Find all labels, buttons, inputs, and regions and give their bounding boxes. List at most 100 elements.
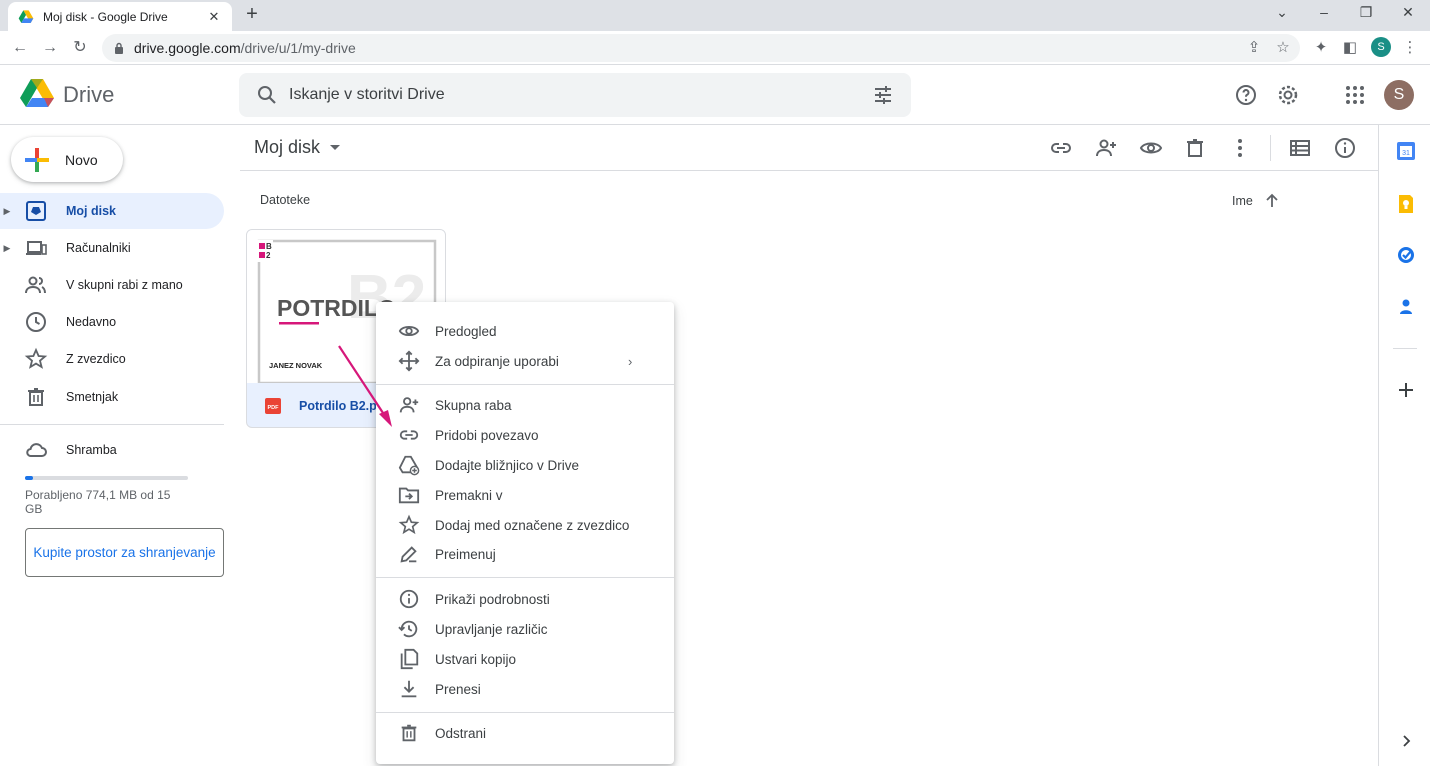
expand-caret-icon[interactable]: ▶: [0, 243, 14, 254]
main-toolbar: Moj disk: [240, 125, 1378, 171]
sidebar-item-label: Z zvezdico: [66, 352, 126, 366]
new-button[interactable]: Novo: [11, 137, 123, 182]
folder-move-icon: [398, 487, 420, 504]
storage-usage-text: Porabljeno 774,1 MB od 15 GB: [25, 488, 171, 516]
menu-item-preview[interactable]: Predogled: [376, 316, 674, 346]
clock-icon: [26, 312, 46, 332]
sidebar-item-computers[interactable]: ▶ Računalniki: [0, 230, 224, 266]
tab-close-icon[interactable]: ✕: [206, 9, 222, 25]
url-host: drive.google.com: [134, 40, 241, 56]
account-avatar[interactable]: S: [1384, 80, 1414, 110]
menu-separator: [376, 712, 674, 713]
breadcrumb-label: Moj disk: [254, 137, 321, 157]
new-button-label: Novo: [65, 151, 98, 168]
pencil-icon: [400, 546, 417, 563]
search-input[interactable]: Iskanje v storitvi Drive: [289, 86, 871, 104]
sort-by-name[interactable]: Ime: [1232, 192, 1281, 210]
plus-icon: [25, 147, 49, 172]
calendar-icon[interactable]: 31: [1396, 141, 1416, 161]
menu-item-add-shortcut[interactable]: Dodajte bližnjico v Drive: [376, 450, 674, 480]
menu-item-add-star[interactable]: Dodaj med označene z zvezdico: [376, 510, 674, 540]
search-options-icon[interactable]: [871, 83, 895, 107]
search-icon[interactable]: [255, 83, 279, 107]
new-tab-icon[interactable]: +: [242, 4, 262, 26]
menu-item-remove[interactable]: Odstrani: [376, 718, 674, 748]
submenu-chevron-icon: ›: [628, 353, 633, 369]
delete-trash-icon[interactable]: [1183, 136, 1207, 160]
drive-logo-icon[interactable]: [20, 78, 54, 108]
sort-label: Ime: [1232, 194, 1253, 208]
chrome-menu-icon[interactable]: ⋮: [1400, 38, 1420, 58]
sidebar-item-trash[interactable]: Smetnjak: [0, 379, 224, 415]
search-bar[interactable]: Iskanje v storitvi Drive: [239, 73, 911, 117]
browser-tab[interactable]: Moj disk - Google Drive ✕: [8, 2, 232, 31]
url-text: drive.google.com/drive/u/1/my-drive: [134, 40, 356, 56]
buy-storage-button[interactable]: Kupite prostor za shranjevanje: [25, 528, 224, 577]
menu-item-label: Dodajte bližnjico v Drive: [435, 457, 580, 473]
extensions-icon[interactable]: ✦: [1311, 38, 1331, 58]
menu-item-label: Premakni v: [435, 487, 503, 503]
sidebar-item-recent[interactable]: Nedavno: [0, 304, 224, 340]
keep-icon[interactable]: [1396, 194, 1416, 214]
more-vert-icon[interactable]: [1228, 136, 1252, 160]
preview-eye-icon[interactable]: [1139, 136, 1163, 160]
link-icon: [399, 430, 419, 440]
info-icon[interactable]: [1333, 136, 1357, 160]
toolbar-separator: [1270, 135, 1271, 161]
add-addon-icon[interactable]: [1396, 380, 1416, 400]
download-icon: [401, 680, 417, 698]
window-close-icon[interactable]: ✕: [1398, 4, 1418, 21]
menu-item-label: Za odpiranje uporabi: [435, 353, 559, 369]
menu-separator: [376, 384, 674, 385]
reload-icon[interactable]: ↻: [70, 38, 90, 58]
forward-icon[interactable]: →: [40, 38, 60, 58]
menu-item-rename[interactable]: Preimenuj: [376, 539, 674, 569]
breadcrumb-dropdown-icon: [330, 145, 341, 150]
bookmark-star-icon[interactable]: ☆: [1273, 38, 1293, 58]
share-page-icon[interactable]: ⇪: [1244, 38, 1264, 58]
side-panel-icon[interactable]: ◧: [1340, 38, 1360, 58]
thumb-badge-bottom: 2: [266, 251, 271, 260]
list-view-icon[interactable]: [1288, 136, 1312, 160]
restore-icon[interactable]: ❐: [1356, 4, 1376, 21]
browser-profile-avatar[interactable]: S: [1371, 37, 1391, 57]
sidebar-item-shared-with-me[interactable]: V skupni rabi z mano: [0, 267, 224, 303]
apps-grid-icon[interactable]: [1343, 83, 1367, 107]
context-menu: Predogled Za odpiranje uporabi › Skupna …: [376, 302, 674, 764]
minimize-icon[interactable]: –: [1314, 4, 1334, 20]
menu-item-details[interactable]: Prikaži podrobnosti: [376, 584, 674, 614]
expand-caret-icon[interactable]: ▶: [0, 206, 14, 217]
menu-item-move-to[interactable]: Premakni v: [376, 480, 674, 510]
share-person-add-icon[interactable]: [1094, 136, 1118, 160]
address-bar[interactable]: drive.google.com/drive/u/1/my-drive: [102, 34, 1300, 62]
menu-item-make-copy[interactable]: Ustvari kopijo: [376, 644, 674, 674]
computers-icon: [26, 241, 47, 255]
pdf-file-icon: PDF: [265, 398, 281, 414]
menu-item-share[interactable]: Skupna raba: [376, 390, 674, 420]
back-icon[interactable]: ←: [10, 38, 30, 58]
menu-item-label: Prenesi: [435, 681, 481, 697]
settings-gear-icon[interactable]: [1276, 83, 1300, 107]
menu-item-get-link[interactable]: Pridobi povezavo: [376, 420, 674, 450]
sidebar-item-starred[interactable]: Z zvezdico: [0, 341, 224, 377]
cloud-icon: [26, 443, 47, 457]
pdf-badge-text: PDF: [268, 405, 280, 411]
sidebar-item-storage[interactable]: Shramba: [0, 432, 224, 468]
tab-search-icon[interactable]: ⌄: [1272, 4, 1292, 21]
menu-item-label: Skupna raba: [435, 397, 512, 413]
get-link-icon[interactable]: [1049, 136, 1073, 160]
menu-item-label: Predogled: [435, 323, 497, 339]
menu-item-download[interactable]: Prenesi: [376, 674, 674, 704]
expand-panel-chevron-icon[interactable]: [1396, 731, 1416, 751]
help-icon[interactable]: [1234, 83, 1258, 107]
menu-item-open-with[interactable]: Za odpiranje uporabi ›: [376, 346, 674, 376]
breadcrumb[interactable]: Moj disk: [254, 137, 341, 158]
history-icon: [398, 620, 418, 638]
contacts-icon[interactable]: [1396, 297, 1416, 317]
menu-item-label: Preimenuj: [435, 546, 496, 562]
menu-item-manage-versions[interactable]: Upravljanje različic: [376, 614, 674, 644]
sidebar-item-my-drive[interactable]: ▶ Moj disk: [0, 193, 224, 229]
trash-icon: [28, 388, 44, 406]
arrow-up-icon[interactable]: [1263, 192, 1281, 210]
tasks-icon[interactable]: [1396, 245, 1416, 265]
